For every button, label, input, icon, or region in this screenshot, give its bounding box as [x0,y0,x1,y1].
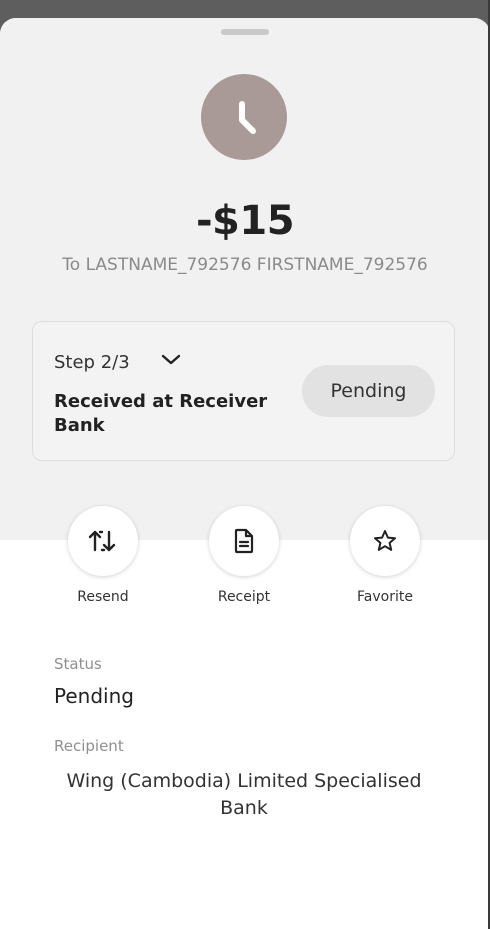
transaction-amount: -$15 [195,198,295,244]
star-icon[interactable] [350,506,420,576]
status-badge: Pending [302,365,435,417]
sheet-drag-handle[interactable] [221,29,269,35]
step-description: Received at Receiver Bank [54,391,268,436]
receipt-button[interactable]: Receipt [194,506,294,605]
receipt-label: Receipt [217,589,271,605]
resend-label: Resend [77,589,129,605]
resend-icon[interactable] [68,506,138,576]
transfer-recipient-line: To LASTNAME_792576 FIRSTNAME_792576 [62,255,428,275]
clock-icon [201,74,287,160]
status-label: Status [54,655,102,673]
step-counter: Step 2/3 [54,352,130,373]
resend-button[interactable]: Resend [53,506,153,605]
chevron-down-icon[interactable] [161,352,181,371]
favorite-label: Favorite [357,589,413,605]
progress-step-card: Step 2/3 Received at Receiver Bank Pendi… [32,321,455,461]
status-value: Pending [54,684,134,708]
receipt-icon[interactable] [209,506,279,576]
recipient-label: Recipient [54,737,124,755]
recipient-value: Wing (Cambodia) Limited Specialised Bank [66,770,422,819]
favorite-button[interactable]: Favorite [335,506,435,605]
transaction-detail-sheet: -$15 To LASTNAME_792576 FIRSTNAME_792576… [0,18,490,929]
